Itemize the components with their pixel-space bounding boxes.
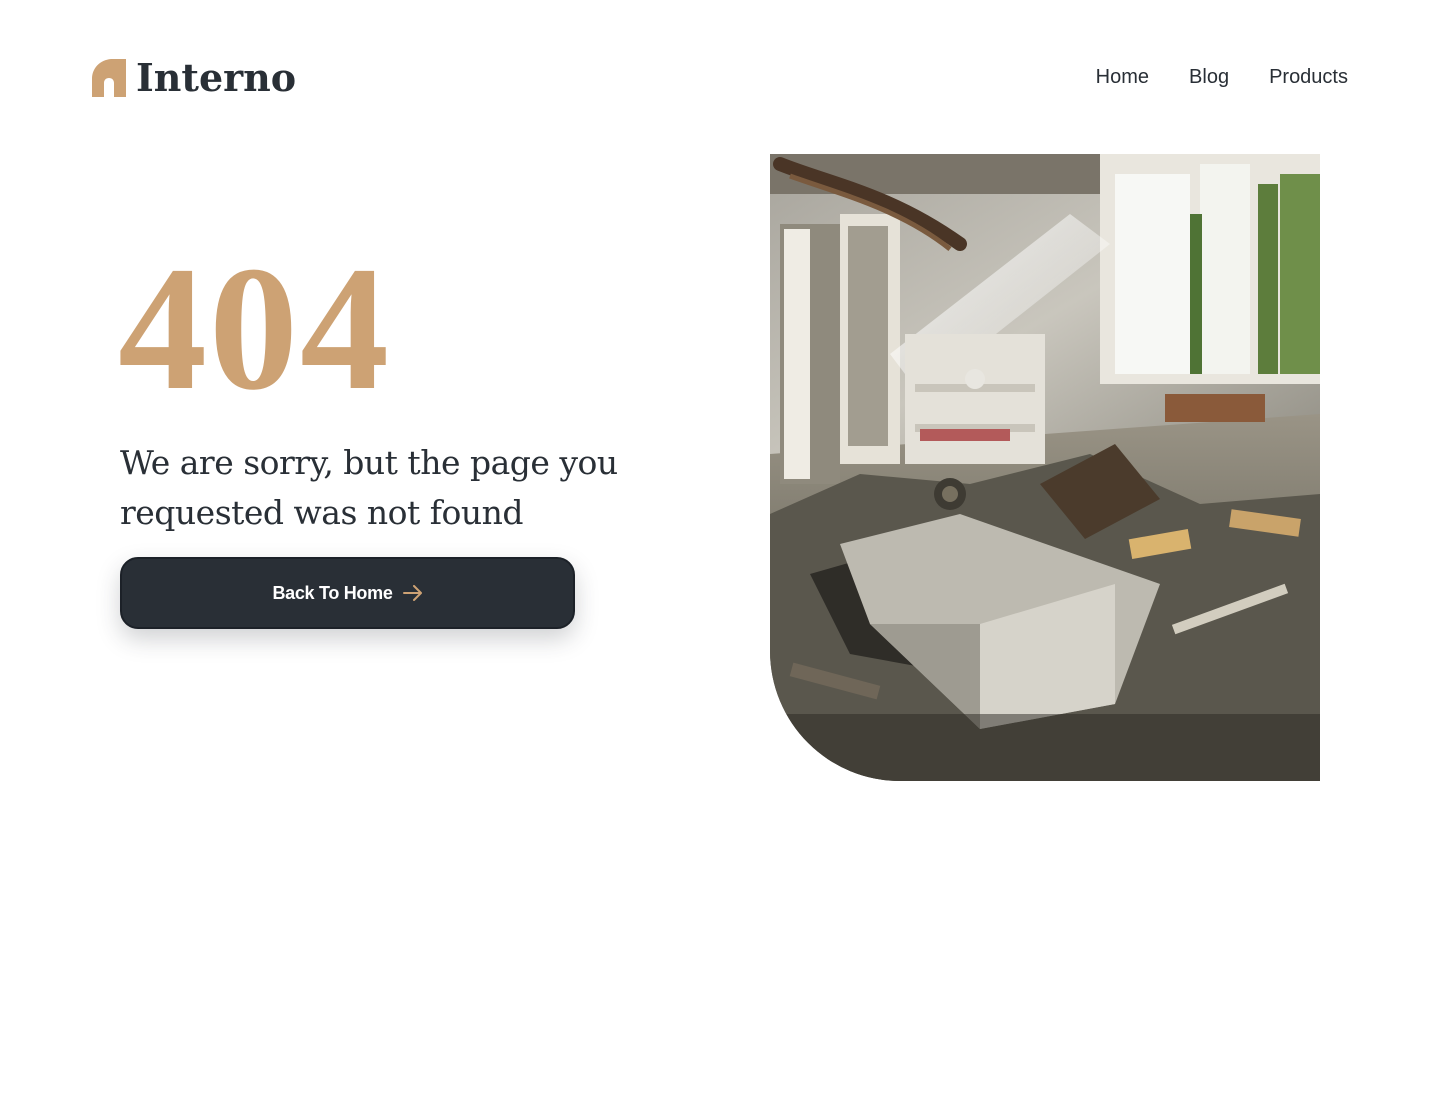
site-header: Interno Home Blog Products — [0, 0, 1440, 154]
error-message: We are sorry, but the page you requested… — [120, 443, 618, 532]
back-to-home-button[interactable]: Back To Home — [120, 557, 575, 629]
nav-home-link[interactable]: Home — [1096, 64, 1149, 90]
main-nav: Home Blog Products — [1096, 64, 1348, 90]
abandoned-room-photo — [770, 154, 1320, 781]
logo-text: Interno — [136, 55, 297, 100]
arch-logo-icon — [92, 59, 126, 97]
arrow-right-icon — [402, 585, 422, 601]
logo-link[interactable]: Interno — [92, 56, 296, 100]
error-code: 404 — [118, 229, 391, 427]
nav-products-link[interactable]: Products — [1269, 64, 1348, 90]
nav-blog-link[interactable]: Blog — [1189, 64, 1229, 90]
back-to-home-label: Back To Home — [272, 582, 393, 603]
